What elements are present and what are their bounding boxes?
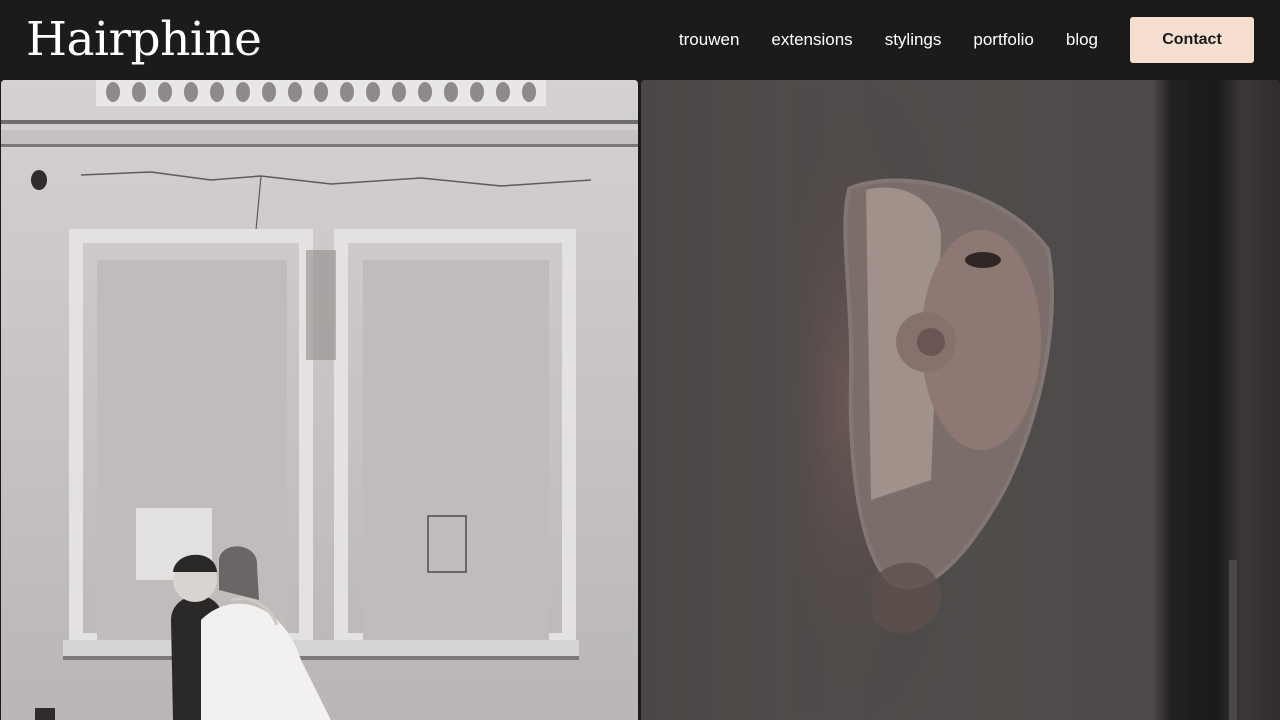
photo-gallery — [0, 80, 1280, 720]
site-header: Hairphine trouwen extensions stylings po… — [0, 0, 1280, 80]
site-logo[interactable]: Hairphine — [26, 12, 262, 68]
nav-link-extensions[interactable]: extensions — [771, 30, 852, 50]
mirror-makeup-illustration — [641, 80, 1280, 720]
main-nav: trouwen extensions stylings portfolio bl… — [679, 0, 1254, 80]
nav-link-blog[interactable]: blog — [1066, 30, 1098, 50]
wedding-couple-illustration — [1, 80, 638, 720]
contact-button[interactable]: Contact — [1130, 17, 1254, 63]
nav-link-portfolio[interactable]: portfolio — [973, 30, 1033, 50]
wedding-couple-photo — [1, 80, 638, 720]
nav-link-stylings[interactable]: stylings — [885, 30, 942, 50]
nav-link-trouwen[interactable]: trouwen — [679, 30, 739, 50]
mirror-makeup-photo — [641, 80, 1280, 720]
